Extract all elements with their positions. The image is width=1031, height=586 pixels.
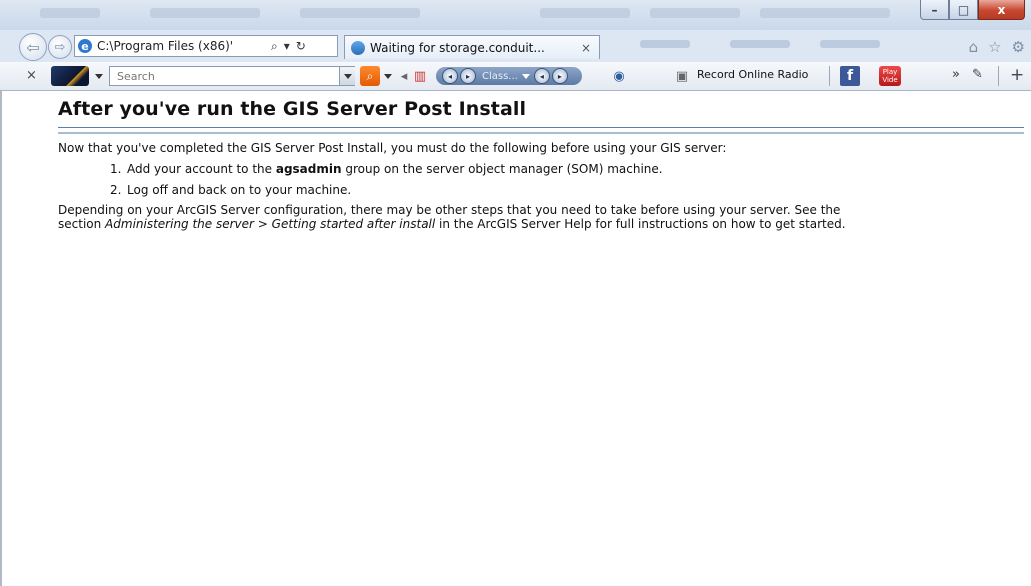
blurred-title-text [540,8,630,18]
list-number: 1. [110,162,122,176]
add-icon[interactable]: + [1010,65,1024,85]
radio-record-icon[interactable]: ▣ [675,68,689,84]
toolbar-separator [998,66,999,86]
blurred-tab[interactable] [640,40,690,48]
gear-icon[interactable]: ⚙ [1012,38,1025,56]
list-number: 2. [110,183,122,197]
window-controls: – □ x [920,0,1025,20]
navigation-bar: ⇦ ⇨ e C:\Program Files (x86)' ⌕ ▾ ↻ Wait… [0,30,1031,63]
target-icon[interactable]: ◉ [612,68,626,84]
tab-title: Waiting for storage.conduit... [370,40,545,55]
note-text: section [58,217,106,231]
blurred-tab[interactable] [820,40,880,48]
address-bar[interactable]: e C:\Program Files (x86)' ⌕ ▾ ↻ [74,35,338,57]
favorites-star-icon[interactable]: ☆ [988,38,1001,56]
youtube-icon[interactable]: Play Vide [879,66,901,86]
loading-icon [351,40,365,55]
record-online-radio-button[interactable]: Record Online Radio [697,68,808,81]
step-text: Log off and back on to your machine. [127,183,352,197]
home-icon[interactable]: ⌂ [969,38,979,56]
note-text: in the ArcGIS Server Help for full instr… [435,217,846,231]
note-paragraph-line-1: Depending on your ArcGIS Server configur… [58,203,841,217]
page-content: After you've run the GIS Server Post Ins… [0,91,1031,586]
close-window-button[interactable]: x [978,0,1025,20]
back-button[interactable]: ⇦ [19,33,47,61]
magnifier-icon: ⌕ [366,68,374,83]
blurred-title-text [150,8,260,18]
nav-right-icons: ⌂ ☆ ⚙ [969,38,1025,56]
trash-icon[interactable]: ▥ [413,68,427,84]
heading-divider [58,127,1024,134]
wrench-icon[interactable]: ✎ [972,67,983,82]
search-go-button[interactable]: ⌕ [360,66,380,86]
help-topic-reference: Administering the server > Getting start… [105,217,436,231]
toolbar-close-icon[interactable]: × [26,68,37,83]
maximize-button[interactable]: □ [949,0,978,20]
conduit-toolbar: × Search ⌕ ◂ ▥ ◂ ▸ Class... ◂ ▸ ◉ ▣ Reco… [0,62,1031,91]
forward-arrow-icon: ⇨ [54,39,66,55]
logo-dropdown-icon[interactable] [95,74,103,79]
forward-button[interactable]: ⇨ [48,35,72,59]
play-icon[interactable]: ▸ [460,68,476,84]
toolbar-overflow-chevron-icon[interactable]: » [952,67,960,82]
minimize-button[interactable]: – [920,0,949,20]
next-icon[interactable]: ▸ [551,68,568,84]
list-item: 1. Add your account to the agsadmin group… [110,162,663,176]
dropdown-icon[interactable]: ▾ [284,39,290,53]
address-text[interactable]: C:\Program Files (x86)' [97,39,265,53]
ie-page-icon: e [78,39,92,53]
tab-close-icon[interactable]: × [581,41,591,55]
page-heading: After you've run the GIS Server Post Ins… [58,98,527,120]
toolbar-search-input[interactable]: Search [109,66,355,86]
step-text: Add your account to the [127,162,276,176]
blurred-tab[interactable] [730,40,790,48]
window-title-bar: – □ x [0,0,1031,30]
blurred-title-text [300,8,420,18]
refresh-icon[interactable]: ↻ [296,39,306,53]
volume-icon[interactable]: ◂ [533,68,550,84]
agsadmin-term: agsadmin [275,162,342,176]
facebook-icon[interactable]: f [840,66,860,86]
tab-active[interactable]: Waiting for storage.conduit... × [344,35,600,59]
radio-station-label[interactable]: Class... [482,71,518,82]
radio-player[interactable]: ◂ ▸ Class... ◂ ▸ [436,67,582,85]
blurred-title-text [760,8,890,18]
toolbar-logo[interactable] [51,66,89,86]
search-icon[interactable]: ⌕ [271,39,278,54]
speaker-icon[interactable]: ◂ [397,68,411,84]
search-options-dropdown-icon[interactable] [384,74,392,79]
intro-paragraph: Now that you've completed the GIS Server… [58,141,727,155]
toolbar-separator [829,66,830,86]
step-text: group on the server object manager (SOM)… [341,162,663,176]
prev-icon[interactable]: ◂ [442,68,458,84]
note-paragraph-line-2: section Administering the server > Getti… [58,217,846,232]
list-item: 2. Log off and back on to your machine. [110,183,351,197]
search-dropdown-icon[interactable] [339,67,355,85]
back-arrow-icon: ⇦ [26,37,40,57]
blurred-title-text [40,8,100,18]
blurred-title-text [650,8,740,18]
